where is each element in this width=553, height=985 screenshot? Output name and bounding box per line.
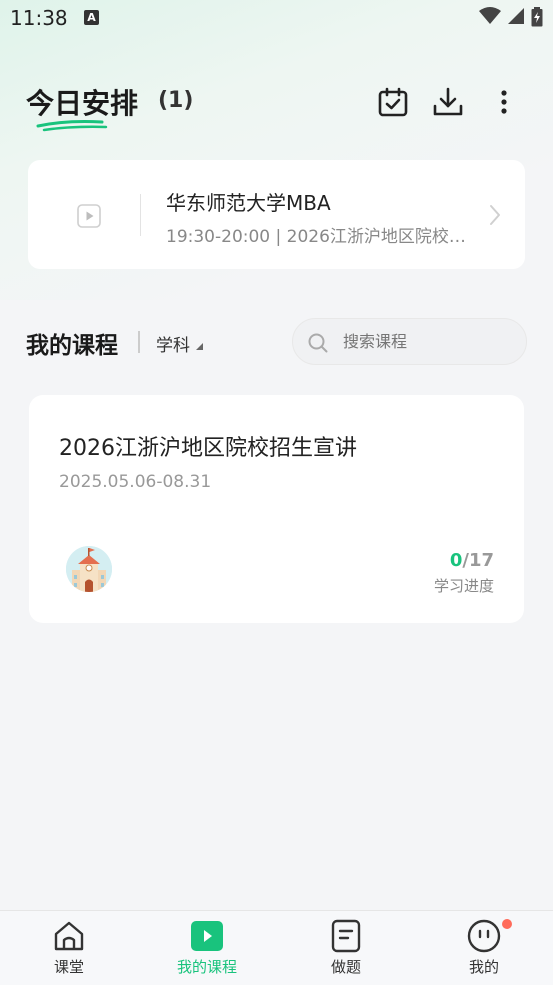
calendar-check-icon[interactable]: [377, 86, 409, 118]
keyboard-indicator-icon: A: [84, 10, 99, 25]
title-underline-decoration: [36, 120, 108, 132]
progress-label: 学习进度: [433, 577, 494, 595]
system-icons: [479, 7, 543, 27]
page-header: 今日安排 (1): [0, 70, 553, 140]
section-divider: [138, 331, 140, 353]
progress-total: /17: [462, 550, 494, 571]
page-title: 今日安排: [26, 87, 139, 120]
nav-label-mine: 我的: [468, 958, 499, 976]
download-icon[interactable]: [432, 86, 464, 118]
notification-badge: [502, 919, 512, 929]
school-building-icon: [66, 546, 112, 592]
course-card[interactable]: 2026江浙沪地区院校招生宣讲 2025.05.06-08.31 0/17 学习…: [29, 395, 524, 623]
schedule-card[interactable]: 华东师范大学MBA 19:30-20:00 | 2026江浙沪地区院校招生宣讲: [28, 160, 525, 269]
face-icon: [467, 919, 501, 953]
wifi-icon: [479, 7, 501, 24]
nav-label-practice: 做题: [330, 958, 361, 976]
nav-tab-practice[interactable]: 做题: [296, 919, 396, 977]
schedule-title: 华东师范大学MBA: [166, 191, 331, 215]
progress-done: 0: [449, 550, 463, 571]
subject-filter[interactable]: 学科: [156, 331, 190, 356]
battery-icon: [531, 7, 543, 27]
course-search-box[interactable]: [292, 318, 527, 365]
play-icon: [191, 921, 223, 951]
document-icon: [331, 919, 361, 953]
progress-count: 0/17: [434, 550, 494, 571]
video-play-icon: [77, 204, 101, 228]
filter-caret-icon[interactable]: [196, 343, 203, 350]
nav-label-classroom: 课堂: [53, 958, 84, 976]
chevron-right-icon: [490, 205, 500, 225]
nav-label-my-courses: 我的课程: [176, 958, 237, 976]
nav-tab-mine[interactable]: 我的: [434, 919, 534, 977]
status-time: 11:38: [10, 6, 68, 30]
search-icon: [308, 333, 328, 353]
schedule-subtitle: 19:30-20:00 | 2026江浙沪地区院校招生宣讲: [166, 227, 482, 247]
course-progress: 0/17 学习进度: [434, 550, 494, 596]
schedule-divider: [140, 194, 141, 236]
status-bar: 11:38 A: [0, 0, 553, 38]
more-options-icon[interactable]: [488, 86, 520, 118]
bottom-nav: 课堂 我的课程 做题 我的: [0, 910, 553, 985]
signal-icon: [508, 8, 524, 24]
course-date-range: 2025.05.06-08.31: [59, 472, 212, 492]
nav-tab-classroom[interactable]: 课堂: [19, 919, 119, 977]
nav-tab-my-courses[interactable]: 我的课程: [157, 919, 257, 977]
course-title: 2026江浙沪地区院校招生宣讲: [59, 436, 357, 461]
schedule-count: (1): [158, 88, 194, 113]
home-icon: [54, 921, 84, 951]
my-courses-title: 我的课程: [26, 333, 118, 359]
search-input[interactable]: [343, 332, 513, 351]
